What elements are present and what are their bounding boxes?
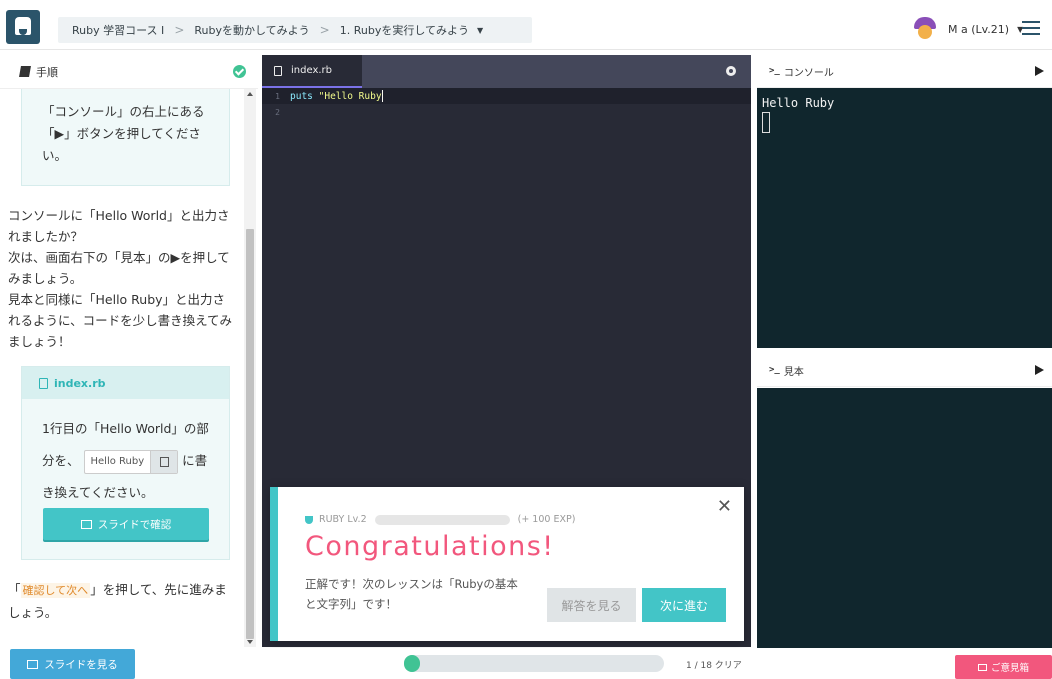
next-button[interactable]: 次に進む <box>642 588 726 622</box>
level-row: RUBY Lv.2 (+ 100 EXP) <box>305 514 575 525</box>
gear-icon[interactable] <box>726 66 736 76</box>
view-answer-button[interactable]: 解答を見る <box>547 588 636 622</box>
view-slide-label: スライドを見る <box>44 658 118 671</box>
close-icon[interactable]: ✕ <box>717 498 732 516</box>
highlight-label: 確認して次へ <box>20 583 91 598</box>
lesson-progress-bar <box>404 655 664 672</box>
header: Ruby 学習コース Ⅰ > Rubyを動かしてみよう > 1. Rubyを実行… <box>0 0 1052 50</box>
code-keyword: puts <box>290 90 313 102</box>
book-icon <box>19 66 31 77</box>
terminal-icon: >_ <box>769 66 780 76</box>
chevron-right-icon: > <box>174 23 185 37</box>
instructions-panel: 手順 「コンソール」の右上にある「▶」ボタンを押してください。 コンソールに「H… <box>0 55 258 647</box>
code-chip: Hello Ruby <box>83 449 179 474</box>
instruction-paragraph: コンソールに「Hello World」と出力されましたか？ 次は、画面右下の「見… <box>8 205 236 352</box>
level-label: RUBY Lv.2 <box>319 514 367 525</box>
console-text: Hello Ruby <box>762 96 835 110</box>
exp-bar <box>374 514 510 525</box>
step-box: 「コンソール」の右上にある「▶」ボタンを押してください。 <box>21 89 230 186</box>
instructions-title: 手順 <box>36 65 58 79</box>
breadcrumb-course[interactable]: Ruby 学習コース Ⅰ <box>72 22 164 38</box>
congrats-title: Congratulations! <box>305 531 555 562</box>
scrollbar-thumb[interactable] <box>246 229 254 639</box>
console-header: >_ コンソール <box>757 55 1052 88</box>
instruction-line: コンソールに「Hello World」と出力されましたか？ <box>8 208 230 244</box>
view-slide-button[interactable]: スライドを見る <box>10 649 135 679</box>
task-text: 1行目の「Hello World」の部分を、 Hello Ruby に書き換えて… <box>22 399 229 509</box>
task-box: index.rb 1行目の「Hello World」の部分を、 Hello Ru… <box>21 366 230 560</box>
modal-message: 正解です！次のレッスンは「Rubyの基本と文字列」です！ <box>305 577 518 611</box>
sample-output <box>757 388 1052 648</box>
task-file-header: index.rb <box>22 367 229 399</box>
line-number: 2 <box>275 107 280 117</box>
logo[interactable] <box>6 10 40 44</box>
progress-text: 1 / 18 クリア <box>686 661 742 671</box>
progate-logo-icon <box>15 17 31 35</box>
copy-icon[interactable] <box>150 450 178 473</box>
feedback-button[interactable]: ご意見箱 <box>955 655 1052 679</box>
mail-icon <box>977 663 987 671</box>
tab-label: index.rb <box>291 65 332 76</box>
next-instruction: 「確認して次へ 」を押して、先に進みましょう。 <box>8 579 238 624</box>
tab-index-rb[interactable]: index.rb <box>262 55 362 88</box>
check-slide-label: スライドで確認 <box>97 518 172 531</box>
code-line[interactable]: 2 <box>262 104 751 120</box>
task-file-name: index.rb <box>54 376 106 390</box>
menu-icon[interactable] <box>1022 21 1040 35</box>
avatar[interactable] <box>912 17 938 41</box>
exp-label: (+ 100 EXP) <box>517 514 576 525</box>
run-sample-button[interactable] <box>1035 365 1044 375</box>
breadcrumb-chapter[interactable]: Rubyを動かしてみよう <box>194 22 309 38</box>
editor-tabs: index.rb <box>262 55 751 88</box>
user-name[interactable]: M a (Lv.21) <box>948 23 1009 36</box>
trophy-icon <box>305 515 313 524</box>
terminal-cursor <box>762 112 770 133</box>
code-chip-text: Hello Ruby <box>90 455 145 467</box>
instruction-line: 次は、画面右下の「見本」の▶を押してみましょう。 <box>8 250 230 286</box>
sample-header: >_ 見本 <box>757 354 1052 387</box>
breadcrumb: Ruby 学習コース Ⅰ > Rubyを動かしてみよう > 1. Rubyを実行… <box>58 17 532 43</box>
instruction-line: 見本と同様に「Hello Ruby」と出力されるように、コードを少し書き換えてみ… <box>8 292 233 349</box>
breadcrumb-lesson[interactable]: 1. Rubyを実行してみよう <box>340 22 469 38</box>
console-output: Hello Ruby <box>757 88 1052 348</box>
check-icon <box>233 65 246 78</box>
file-icon <box>39 377 48 389</box>
check-slide-button[interactable]: スライドで確認 <box>43 508 209 540</box>
run-console-button[interactable] <box>1035 66 1044 76</box>
scroll-up-icon[interactable] <box>247 92 253 96</box>
terminal-icon: >_ <box>769 365 780 375</box>
footer: スライドを見る 1 / 18 クリア ご意見箱 <box>0 648 1052 679</box>
code-line[interactable]: 1 puts "Hello Ruby <box>262 88 751 104</box>
chevron-right-icon: > <box>319 23 330 37</box>
line-number: 1 <box>275 91 280 101</box>
code-string: "Hello Ruby <box>318 90 382 102</box>
slide-icon <box>80 519 92 529</box>
feedback-label: ご意見箱 <box>990 663 1029 674</box>
instructions-header: 手順 <box>0 55 258 89</box>
bracket-open: 「 <box>8 582 21 597</box>
scrollbar[interactable] <box>244 89 256 647</box>
text-cursor <box>381 90 383 102</box>
sample-title: 見本 <box>783 366 804 378</box>
console-title: コンソール <box>783 67 834 79</box>
congrats-modal: ✕ RUBY Lv.2 (+ 100 EXP) Congratulations!… <box>270 487 744 641</box>
scroll-down-icon[interactable] <box>247 640 253 644</box>
slide-icon <box>27 659 39 669</box>
lesson-progress-fill <box>404 655 420 672</box>
step-text: 「コンソール」の右上にある「▶」ボタンを押してください。 <box>42 104 205 163</box>
caret-down-icon[interactable]: ▼ <box>477 26 483 35</box>
user-menu[interactable]: M a (Lv.21) ▼ <box>912 17 1023 41</box>
file-icon <box>274 65 282 76</box>
